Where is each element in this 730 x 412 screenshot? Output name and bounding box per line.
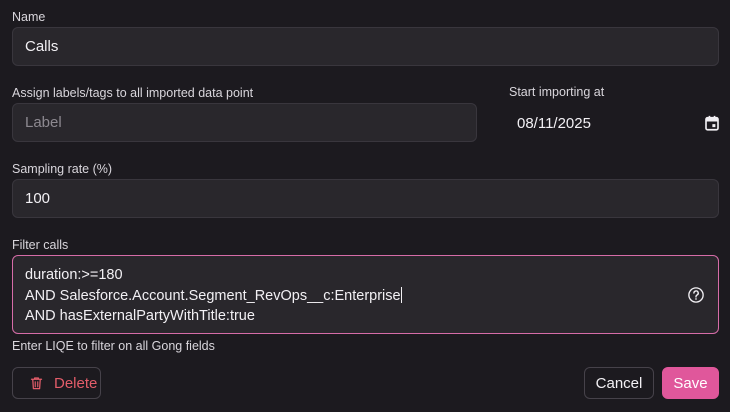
text-cursor [400, 286, 402, 303]
filter-line-2-text: AND Salesforce.Account.Segment_RevOps__c… [25, 287, 401, 304]
filter-hint: Enter LIQE to filter on all Gong fields [12, 339, 215, 353]
start-date-input[interactable]: 08/11/2025 [505, 104, 725, 142]
start-date-value: 08/11/2025 [517, 114, 591, 132]
start-date-label: Start importing at [509, 85, 605, 99]
name-input[interactable]: Calls [12, 27, 719, 66]
filter-label: Filter calls [12, 238, 69, 252]
help-circle-icon[interactable] [687, 286, 705, 304]
name-value: Calls [25, 38, 59, 55]
filter-line-1: duration:>=180 [25, 267, 123, 283]
delete-label: Delete [54, 374, 98, 392]
filter-textarea[interactable]: duration:>=180 AND Salesforce.Account.Se… [12, 255, 719, 334]
cancel-button[interactable]: Cancel [584, 367, 654, 399]
filter-line-3: AND hasExternalPartyWithTitle:true [25, 308, 255, 324]
labels-label: Assign labels/tags to all imported data … [12, 86, 254, 100]
labels-input[interactable]: Label [12, 103, 477, 142]
sampling-label: Sampling rate (%) [12, 162, 113, 176]
sampling-value: 100 [25, 190, 51, 207]
import-settings-form: Name Calls Assign labels/tags to all imp… [0, 0, 730, 412]
save-button[interactable]: Save [662, 367, 719, 399]
sampling-input[interactable]: 100 [12, 179, 719, 218]
trash-icon [30, 377, 43, 390]
delete-button[interactable]: Delete [12, 367, 101, 399]
labels-placeholder: Label [25, 114, 62, 131]
calendar-icon[interactable] [703, 114, 721, 132]
name-label: Name [12, 10, 46, 24]
filter-line-2: AND Salesforce.Account.Segment_RevOps__c… [25, 286, 706, 307]
